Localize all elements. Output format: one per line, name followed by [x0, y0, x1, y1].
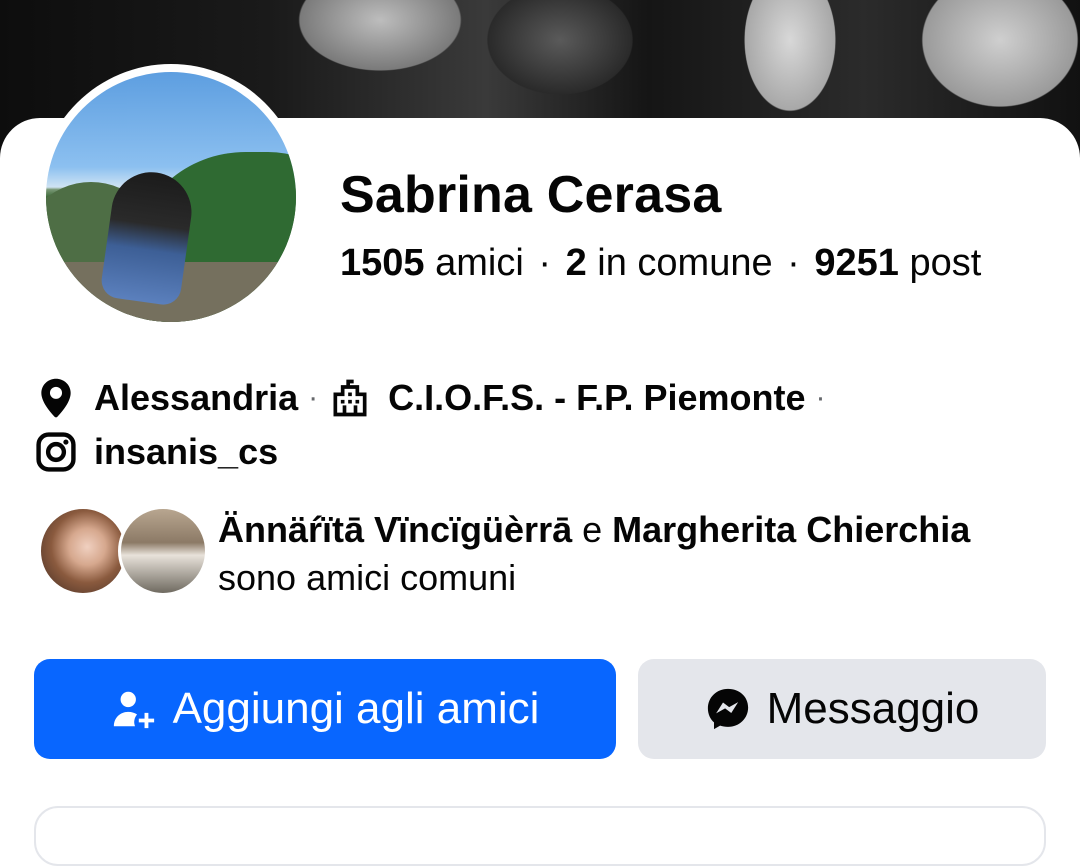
location-pin-icon [34, 376, 78, 420]
stats-separator: · [787, 242, 800, 284]
info-line-2: insanis_cs [34, 430, 278, 474]
mutual-friends-avatars[interactable] [38, 506, 210, 598]
add-friend-label: Aggiungi agli amici [172, 684, 540, 733]
mutual-label[interactable]: in comune [597, 242, 772, 284]
mutual-friends-suffix: sono amici comuni [218, 557, 517, 598]
mutual-friend-avatar[interactable] [38, 506, 128, 596]
add-friend-icon [111, 686, 157, 732]
school-building-icon [328, 376, 372, 420]
info-separator: · [308, 381, 319, 414]
mutual-friends-text: Ännäŕïtā Vïncïgüèrrā e Margherita Chierc… [218, 506, 970, 602]
mutual-friend-1-name[interactable]: Ännäŕïtā Vïncïgüèrrā [218, 509, 572, 550]
friends-label[interactable]: amici [435, 242, 524, 284]
stats-separator: · [538, 242, 552, 284]
mutual-count[interactable]: 2 [566, 242, 587, 284]
instagram-handle[interactable]: insanis_cs [94, 430, 278, 474]
add-friend-button[interactable]: Aggiungi agli amici [34, 659, 616, 759]
instagram-icon [34, 430, 78, 474]
posts-label: post [909, 242, 982, 284]
profile-avatar[interactable] [46, 72, 296, 322]
info-separator: · [815, 381, 826, 414]
location-text[interactable]: Alessandria [94, 376, 298, 420]
next-section-card [34, 806, 1046, 866]
profile-stats: 1505 amici · 2 in comune · 9251 post [340, 240, 981, 286]
school-text[interactable]: C.I.O.F.S. - F.P. Piemonte [388, 376, 805, 420]
mutual-conjunction: e [582, 509, 603, 550]
posts-count: 9251 [814, 242, 899, 284]
mutual-friend-avatar[interactable] [118, 506, 208, 596]
info-line-1: Alessandria · C.I.O.F.S. - F.P. Piemonte… [34, 376, 836, 420]
friends-count[interactable]: 1505 [340, 242, 425, 284]
messenger-icon [705, 686, 751, 732]
message-label: Messaggio [766, 684, 980, 733]
mutual-friend-2-name[interactable]: Margherita Chierchia [612, 509, 970, 550]
profile-name: Sabrina Cerasa [340, 166, 722, 224]
message-button[interactable]: Messaggio [638, 659, 1046, 759]
